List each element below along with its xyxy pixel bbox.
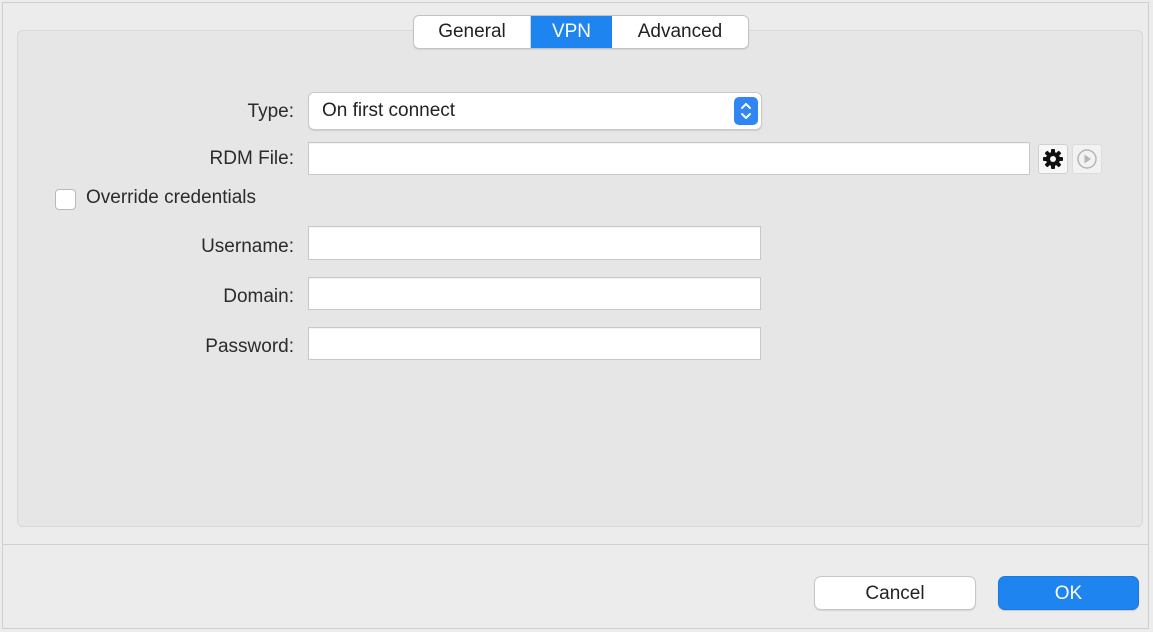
play-icon xyxy=(1077,149,1097,169)
username-field[interactable] xyxy=(308,226,761,260)
tab-advanced[interactable]: Advanced xyxy=(612,16,748,48)
domain-label: Domain: xyxy=(223,286,294,307)
password-label: Password: xyxy=(205,336,294,357)
cancel-button[interactable]: Cancel xyxy=(814,576,976,610)
chevron-up-down-icon xyxy=(734,97,758,125)
ok-button[interactable]: OK xyxy=(998,576,1139,610)
username-label: Username: xyxy=(201,236,294,257)
type-select[interactable]: On first connect xyxy=(308,92,762,130)
tab-bar: General VPN Advanced xyxy=(413,15,749,49)
domain-field[interactable] xyxy=(308,277,761,310)
gear-icon xyxy=(1043,149,1063,169)
type-label: Type: xyxy=(247,101,294,122)
type-select-value: On first connect xyxy=(322,100,456,121)
rdm-file-label: RDM File: xyxy=(209,148,294,169)
override-credentials-label[interactable]: Override credentials xyxy=(86,187,256,209)
password-field[interactable] xyxy=(308,327,761,360)
rdm-execute-button[interactable] xyxy=(1072,144,1102,174)
footer-divider xyxy=(2,544,1149,545)
rdm-settings-button[interactable] xyxy=(1038,144,1068,174)
override-credentials-checkbox[interactable] xyxy=(55,189,76,210)
tab-vpn[interactable]: VPN xyxy=(531,16,612,48)
rdm-file-field[interactable] xyxy=(308,142,1030,175)
tab-general[interactable]: General xyxy=(414,16,531,48)
